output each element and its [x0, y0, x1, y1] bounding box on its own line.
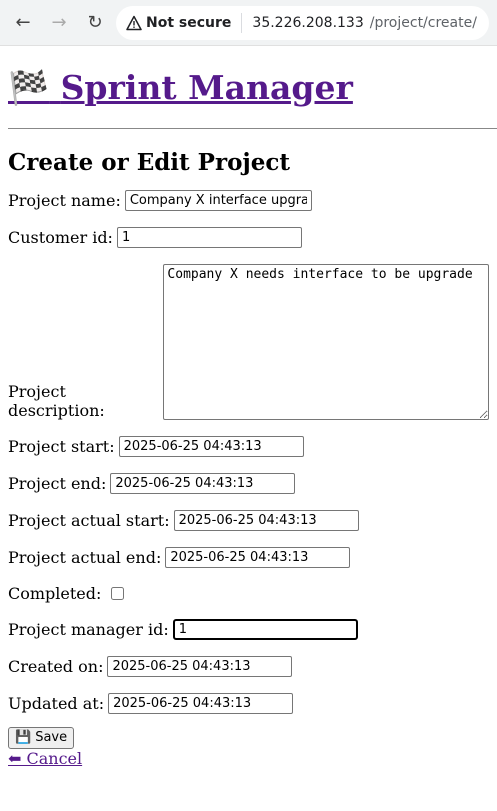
project-name-label: Project name:	[8, 191, 121, 210]
customer-id-input[interactable]	[116, 227, 302, 248]
manager-id-label: Project manager id:	[8, 620, 169, 639]
address-bar[interactable]: Not secure 35.226.208.133/project/create…	[116, 5, 489, 40]
updated-label: Updated at:	[8, 694, 105, 713]
project-start-input[interactable]	[118, 436, 304, 457]
save-button[interactable]: 💾 Save	[8, 726, 75, 749]
floppy-disk-icon: 💾	[15, 730, 32, 745]
page-content: 🏁 Sprint Manager Create or Edit Project …	[0, 68, 497, 768]
updated-input[interactable]	[108, 693, 294, 714]
description-label: Project description:	[8, 382, 105, 420]
checkered-flag-icon: 🏁	[8, 68, 50, 107]
warning-triangle-icon	[126, 15, 142, 30]
url-path: /project/create/	[369, 14, 477, 31]
completed-checkbox[interactable]	[111, 587, 125, 600]
actual-start-row: Project actual start:	[8, 510, 489, 531]
forward-arrow-icon[interactable]: →	[44, 8, 74, 38]
security-label: Not secure	[146, 14, 232, 31]
updated-row: Updated at:	[8, 693, 489, 714]
created-label: Created on:	[8, 657, 104, 676]
description-textarea[interactable]: Company X needs interface to be upgrade	[163, 264, 489, 420]
completed-row: Completed:	[8, 584, 489, 603]
project-end-label: Project end:	[8, 474, 107, 493]
save-wrapper: 💾 Save	[8, 726, 489, 749]
created-row: Created on:	[8, 656, 489, 677]
project-start-row: Project start:	[8, 436, 489, 457]
home-link[interactable]: 🏁 Sprint Manager	[8, 68, 353, 107]
browser-toolbar: ← → ↻ Not secure 35.226.208.133/project/…	[0, 0, 497, 46]
project-start-label: Project start:	[8, 437, 115, 456]
site-title: 🏁 Sprint Manager	[8, 68, 489, 108]
actual-end-label: Project actual end:	[8, 548, 162, 567]
description-row: Project description: Company X needs int…	[8, 264, 489, 420]
project-form: Project name: Customer id: Project descr…	[8, 190, 489, 768]
actual-end-input[interactable]	[165, 547, 351, 568]
cancel-link[interactable]: ⬅ Cancel	[8, 749, 82, 768]
customer-id-row: Customer id:	[8, 227, 489, 248]
manager-id-row: Project manager id:	[8, 619, 489, 640]
actual-start-input[interactable]	[173, 510, 359, 531]
back-arrow-icon[interactable]: ←	[8, 8, 38, 38]
project-name-row: Project name:	[8, 190, 489, 211]
actual-start-label: Project actual start:	[8, 511, 170, 530]
site-title-text: Sprint Manager	[60, 68, 353, 107]
manager-id-stepper[interactable]	[172, 619, 358, 640]
security-indicator[interactable]: Not secure	[126, 15, 231, 31]
save-label: Save	[35, 730, 68, 745]
cancel-wrapper: ⬅ Cancel	[8, 749, 489, 768]
project-end-row: Project end:	[8, 473, 489, 494]
project-name-input[interactable]	[124, 190, 312, 211]
url-host: 35.226.208.133	[252, 14, 364, 31]
reload-icon[interactable]: ↻	[80, 8, 110, 38]
page-heading: Create or Edit Project	[8, 149, 291, 176]
address-divider	[241, 12, 243, 33]
created-input[interactable]	[107, 656, 293, 677]
divider	[8, 128, 497, 129]
actual-end-row: Project actual end:	[8, 547, 489, 568]
completed-label: Completed:	[8, 584, 102, 603]
customer-id-label: Customer id:	[8, 228, 113, 247]
project-end-input[interactable]	[110, 473, 296, 494]
